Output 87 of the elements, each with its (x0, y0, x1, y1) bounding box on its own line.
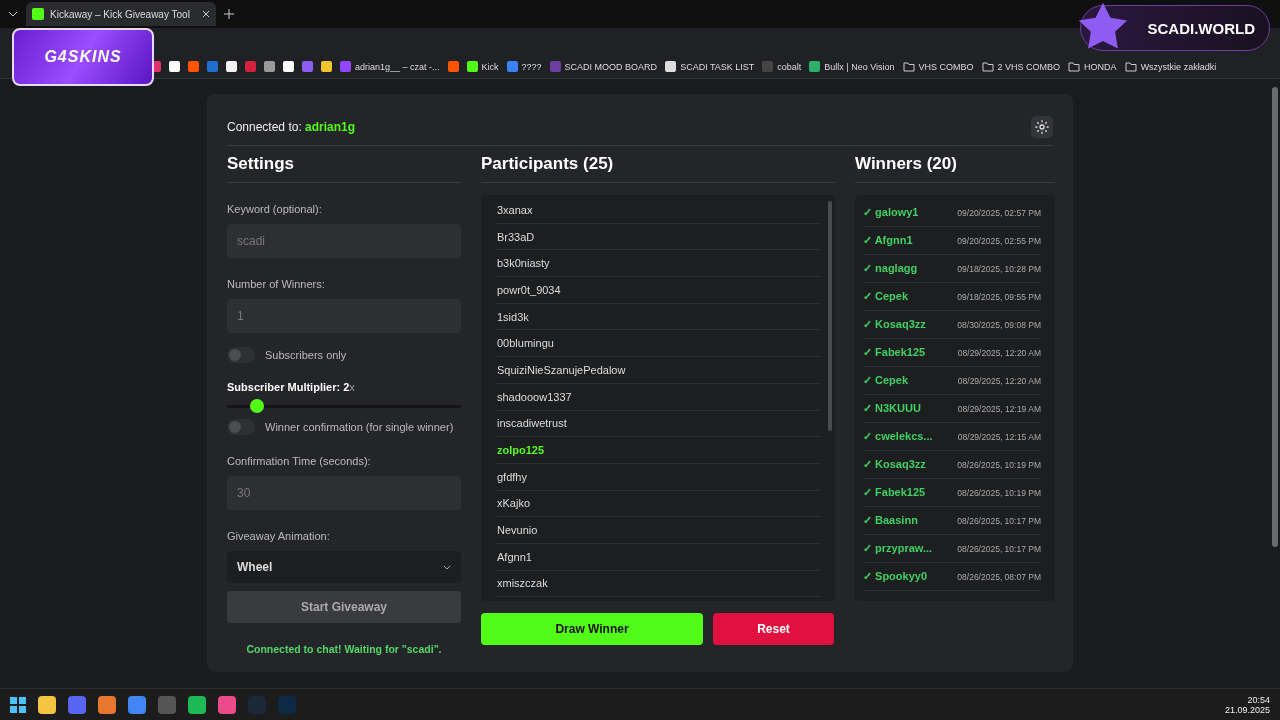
bookmark-link[interactable]: SCADI TASK LIST (665, 61, 755, 72)
winner-name: ✓ galowy1 (863, 206, 919, 219)
field-label: Number of Winners: (227, 278, 326, 290)
field-label: Confirmation Time (seconds): (227, 455, 372, 467)
winner-time: 08/30/2025, 09:08 PM (957, 319, 1041, 330)
winner-name: ✓ Spookyy0 (863, 570, 928, 583)
winner-name: ✓ cwelekcs... (863, 430, 933, 443)
participant-item[interactable]: 00blumingu (495, 330, 821, 358)
connection-status: Connected to: adrian1g (227, 119, 356, 134)
toggle-label: Winner confirmation (for single winner) (265, 421, 454, 433)
participant-item[interactable]: xmiszczak (495, 570, 821, 598)
bookmark-link[interactable]: cobalt (762, 61, 802, 72)
bookmark-link[interactable]: Bullx | Neo Vision (809, 61, 895, 72)
bookmark-link[interactable]: HONDA (1068, 61, 1117, 72)
bookmark-link[interactable]: adrian1g__ – czat -... (340, 61, 440, 72)
winner-name: ✓ Fabek125 (863, 346, 926, 359)
winner-name: ✓ Afgnn1 (863, 234, 913, 247)
input-field[interactable]: 1 (227, 299, 461, 333)
winner-time: 08/26/2025, 10:17 PM (957, 515, 1041, 526)
bookmark-link[interactable]: SCADI MOOD BOARD (549, 61, 658, 72)
participant-item[interactable]: b3k0niasty (495, 250, 821, 278)
winner-time: 08/26/2025, 10:19 PM (957, 487, 1041, 498)
toggle-label: Subscribers only (265, 349, 347, 361)
chevron-down-icon (443, 564, 451, 570)
winner-time: 09/18/2025, 09:55 PM (957, 291, 1041, 302)
participant-item[interactable]: powr0t_9034 (495, 277, 821, 304)
bookmark-link[interactable]: ???? (506, 61, 542, 72)
winner-time: 09/18/2025, 10:28 PM (957, 263, 1041, 274)
participant-item[interactable]: Afgnn1 (495, 543, 821, 571)
slider-thumb[interactable] (250, 399, 265, 413)
field-label: Keyword (optional): (227, 203, 323, 215)
browser-tab[interactable]: Kickaway – Kick Giveaway Tool (26, 2, 216, 26)
slider-label: Subscriber Multiplier: 2x (227, 381, 356, 393)
winner-time: 08/29/2025, 12:20 AM (957, 375, 1041, 386)
participant-item[interactable]: Br33aD (495, 223, 821, 251)
participant-item[interactable]: Nevunio (495, 517, 821, 544)
winner-name: ✓ Kosaq3zz (863, 318, 926, 331)
tab-favicon (32, 8, 44, 20)
close-icon[interactable] (202, 10, 210, 18)
bookmark-link[interactable]: Kick (466, 61, 499, 72)
winner-time: 08/26/2025, 08:07 PM (957, 571, 1041, 582)
channel-logo: SCADI.WORLD (1080, 5, 1270, 51)
draw-winner-button[interactable]: Draw Winner (481, 613, 703, 645)
windows-icon[interactable] (10, 696, 26, 713)
participant-item[interactable]: gfdfhy (495, 463, 821, 491)
winner-name: ✓ Fabek125 (863, 486, 926, 499)
participant-item[interactable]: SquiziNieSzanujePedalow (495, 357, 821, 384)
toggle-switch[interactable] (227, 347, 255, 363)
settings-icon[interactable] (1031, 115, 1053, 138)
participant-item[interactable]: 1sid3k (495, 303, 821, 331)
input-field[interactable]: scadi (227, 224, 461, 258)
participant-item[interactable]: shadooow1337 (495, 383, 821, 411)
section-title: Participants (25) (481, 154, 835, 183)
winner-time: 08/29/2025, 12:20 AM (957, 347, 1041, 358)
winner-time: 08/29/2025, 12:15 AM (957, 431, 1041, 442)
winner-name: ✓ Cepek (863, 374, 909, 387)
sponsor-logo: G4SKINS (12, 28, 154, 86)
section-title: Winners (20) (855, 154, 1055, 183)
winner-name: ✓ N3KUUU (863, 402, 921, 415)
bookmark-link[interactable]: VHS COMBO (902, 61, 974, 72)
winner-name: ✓ Baasinn (863, 514, 918, 527)
bookmark-link[interactable]: Wszystkie zakładki (1124, 61, 1217, 72)
winner-name: ✓ przypraw... (863, 542, 933, 555)
section-title: Settings (227, 154, 461, 183)
participant-item[interactable]: inscadiwetrust (495, 410, 821, 438)
animation-dropdown[interactable]: Wheel (227, 551, 461, 583)
winner-time: 09/20/2025, 02:57 PM (957, 207, 1041, 218)
clock-time: 20:54 (1247, 694, 1270, 705)
field-label: Giveaway Animation: (227, 530, 331, 542)
winner-time: 08/26/2025, 10:17 PM (957, 543, 1041, 554)
participant-item[interactable]: 3xanax (495, 197, 821, 224)
toggle-switch[interactable] (227, 419, 255, 435)
input-field[interactable]: 30 (227, 476, 461, 510)
winner-name: ✓ Kosaq3zz (863, 458, 926, 471)
chevron-down-icon[interactable] (8, 11, 18, 17)
winner-time: 08/26/2025, 10:19 PM (957, 459, 1041, 470)
reset-button[interactable]: Reset (713, 613, 834, 645)
participant-item[interactable]: xKajko (495, 490, 821, 518)
chat-status: Connected to chat! Waiting for "scadi". (245, 643, 443, 655)
bookmark-link[interactable]: 2 VHS COMBO (981, 61, 1061, 72)
winner-name: ✓ Cepek (863, 290, 909, 303)
clock-date: 21.09.2025 (1224, 704, 1270, 715)
winner-time: 09/20/2025, 02:55 PM (957, 235, 1041, 246)
winner-time: 08/29/2025, 12:19 AM (957, 403, 1041, 414)
participant-item[interactable]: zolpo125 (495, 437, 821, 464)
winner-name: ✓ naglagg (863, 262, 918, 275)
plus-icon[interactable] (224, 9, 234, 19)
